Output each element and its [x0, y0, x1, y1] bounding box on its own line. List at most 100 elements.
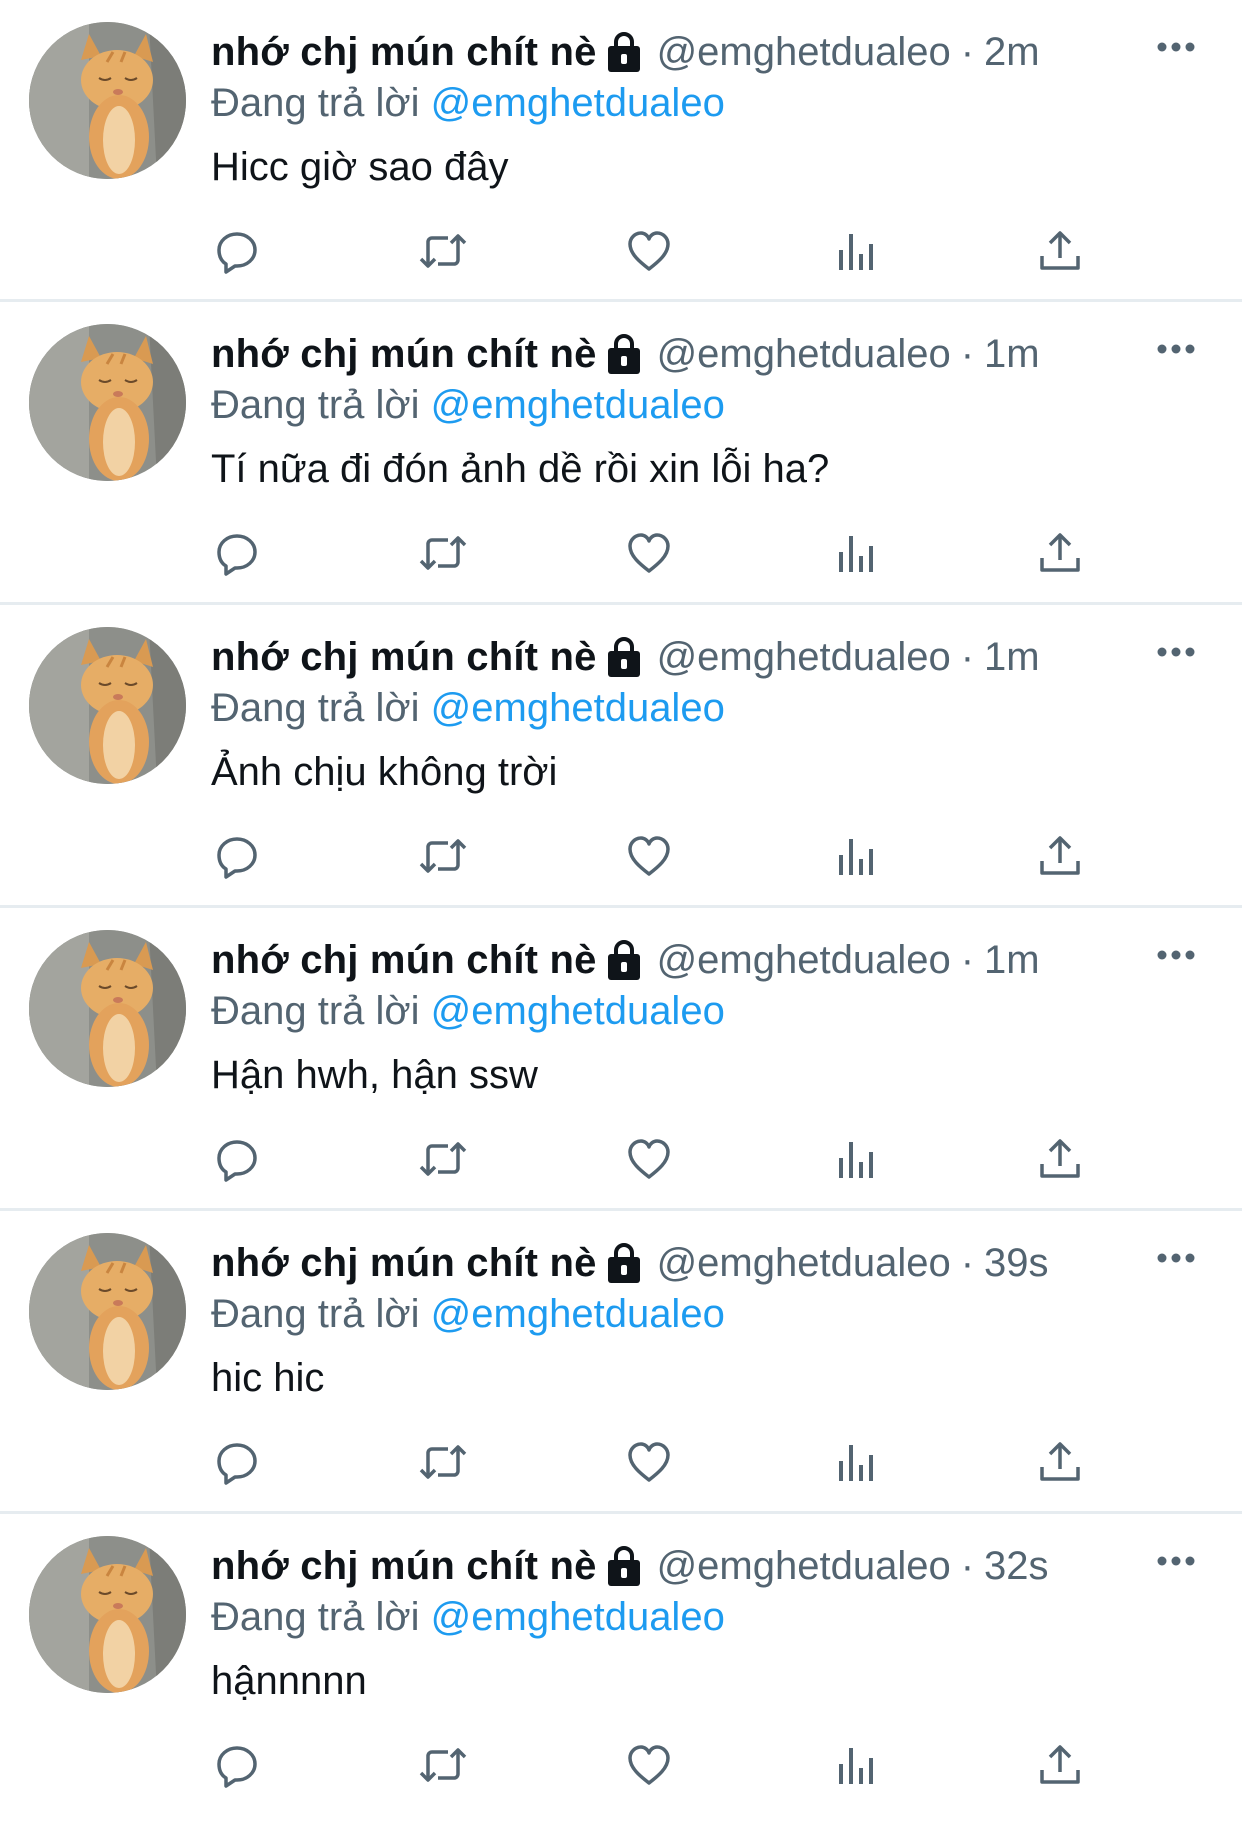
like-button[interactable] — [624, 528, 674, 578]
views-button[interactable] — [831, 528, 881, 578]
separator-dot: · — [960, 1543, 975, 1588]
avatar[interactable] — [29, 627, 186, 784]
tweet[interactable]: nhớ chj mún chít nè @emghetdualeo · 1m Đ… — [0, 908, 1242, 1211]
more-icon[interactable] — [1156, 342, 1196, 356]
avatar[interactable] — [29, 1233, 186, 1390]
lock-icon — [605, 332, 643, 376]
action-bar — [0, 1134, 1242, 1184]
reply-prefix: Đang trả lời — [211, 1292, 420, 1336]
views-button[interactable] — [831, 226, 881, 276]
share-icon — [1040, 231, 1080, 270]
reply-mention-link[interactable]: @emghetdualeo — [431, 989, 725, 1033]
tweet[interactable]: nhớ chj mún chít nè @emghetdualeo · 32s … — [0, 1514, 1242, 1820]
reply-context: Đang trả lời @emghetdualeo — [211, 379, 725, 431]
views-icon — [839, 839, 873, 875]
reply-icon — [217, 837, 257, 879]
views-button[interactable] — [831, 831, 881, 881]
more-icon[interactable] — [1156, 1554, 1196, 1568]
retweet-button[interactable] — [418, 1437, 468, 1487]
retweet-button[interactable] — [418, 226, 468, 276]
reply-button[interactable] — [212, 1740, 262, 1790]
retweet-button[interactable] — [418, 1740, 468, 1790]
views-button[interactable] — [831, 1437, 881, 1487]
reply-mention-link[interactable]: @emghetdualeo — [431, 383, 725, 427]
user-handle[interactable]: @emghetdualeo — [657, 332, 951, 377]
like-button[interactable] — [624, 1437, 674, 1487]
lock-icon — [605, 635, 643, 679]
reply-button[interactable] — [212, 1134, 262, 1184]
avatar[interactable] — [29, 1536, 186, 1693]
share-button[interactable] — [1035, 1134, 1085, 1184]
avatar[interactable] — [29, 22, 186, 179]
tweet-header: nhớ chj mún chít nè @emghetdualeo · 1m — [211, 630, 1040, 684]
more-icon[interactable] — [1156, 645, 1196, 659]
display-name[interactable]: nhớ chj mún chít nè — [211, 635, 597, 680]
timestamp[interactable]: 32s — [984, 1544, 1049, 1589]
reply-context: Đang trả lời @emghetdualeo — [211, 1591, 725, 1643]
retweet-button[interactable] — [418, 528, 468, 578]
tweet-text: Hicc giờ sao đây — [211, 145, 509, 189]
display-name[interactable]: nhớ chj mún chít nè — [211, 30, 597, 75]
tweet[interactable]: nhớ chj mún chít nè @emghetdualeo · 2m Đ… — [0, 0, 1242, 302]
action-bar — [0, 1437, 1242, 1487]
reply-mention-link[interactable]: @emghetdualeo — [431, 81, 725, 125]
reply-mention-link[interactable]: @emghetdualeo — [431, 686, 725, 730]
like-button[interactable] — [624, 1134, 674, 1184]
user-handle[interactable]: @emghetdualeo — [657, 1544, 951, 1589]
heart-icon — [628, 1139, 670, 1179]
display-name[interactable]: nhớ chj mún chít nè — [211, 1544, 597, 1589]
share-icon — [1040, 533, 1080, 572]
more-icon[interactable] — [1156, 948, 1196, 962]
user-handle[interactable]: @emghetdualeo — [657, 635, 951, 680]
share-icon — [1040, 1745, 1080, 1784]
timestamp[interactable]: 39s — [984, 1241, 1049, 1286]
reply-button[interactable] — [212, 226, 262, 276]
share-button[interactable] — [1035, 831, 1085, 881]
user-handle[interactable]: @emghetdualeo — [657, 938, 951, 983]
like-button[interactable] — [624, 1740, 674, 1790]
share-button[interactable] — [1035, 1740, 1085, 1790]
more-icon[interactable] — [1156, 1251, 1196, 1265]
more-icon[interactable] — [1156, 40, 1196, 54]
reply-button[interactable] — [212, 1437, 262, 1487]
display-name[interactable]: nhớ chj mún chít nè — [211, 332, 597, 377]
retweet-icon — [419, 1748, 467, 1782]
tweet[interactable]: nhớ chj mún chít nè @emghetdualeo · 39s … — [0, 1211, 1242, 1514]
avatar[interactable] — [29, 324, 186, 481]
separator-dot: · — [960, 1240, 975, 1285]
avatar[interactable] — [29, 930, 186, 1087]
cat-avatar-image — [29, 1536, 186, 1693]
share-button[interactable] — [1035, 226, 1085, 276]
share-button[interactable] — [1035, 1437, 1085, 1487]
display-name[interactable]: nhớ chj mún chít nè — [211, 1241, 597, 1286]
display-name[interactable]: nhớ chj mún chít nè — [211, 938, 597, 983]
timestamp[interactable]: 1m — [984, 635, 1040, 680]
reply-mention-link[interactable]: @emghetdualeo — [431, 1595, 725, 1639]
share-button[interactable] — [1035, 528, 1085, 578]
cat-avatar-image — [29, 22, 186, 179]
lock-icon — [605, 30, 643, 74]
user-handle[interactable]: @emghetdualeo — [657, 30, 951, 75]
timestamp[interactable]: 1m — [984, 332, 1040, 377]
reply-mention-link[interactable]: @emghetdualeo — [431, 1292, 725, 1336]
reply-context: Đang trả lời @emghetdualeo — [211, 985, 725, 1037]
separator-dot: · — [960, 29, 975, 74]
cat-avatar-image — [29, 930, 186, 1087]
reply-button[interactable] — [212, 831, 262, 881]
like-button[interactable] — [624, 831, 674, 881]
timestamp[interactable]: 2m — [984, 30, 1040, 75]
user-handle[interactable]: @emghetdualeo — [657, 1241, 951, 1286]
reply-prefix: Đang trả lời — [211, 686, 420, 730]
tweet[interactable]: nhớ chj mún chít nè @emghetdualeo · 1m Đ… — [0, 605, 1242, 908]
reply-button[interactable] — [212, 528, 262, 578]
retweet-button[interactable] — [418, 831, 468, 881]
tweet[interactable]: nhớ chj mún chít nè @emghetdualeo · 1m Đ… — [0, 302, 1242, 605]
timestamp[interactable]: 1m — [984, 938, 1040, 983]
retweet-icon — [419, 234, 467, 268]
retweet-button[interactable] — [418, 1134, 468, 1184]
heart-icon — [628, 1745, 670, 1785]
views-button[interactable] — [831, 1134, 881, 1184]
like-button[interactable] — [624, 226, 674, 276]
reply-icon — [217, 1443, 257, 1485]
views-button[interactable] — [831, 1740, 881, 1790]
